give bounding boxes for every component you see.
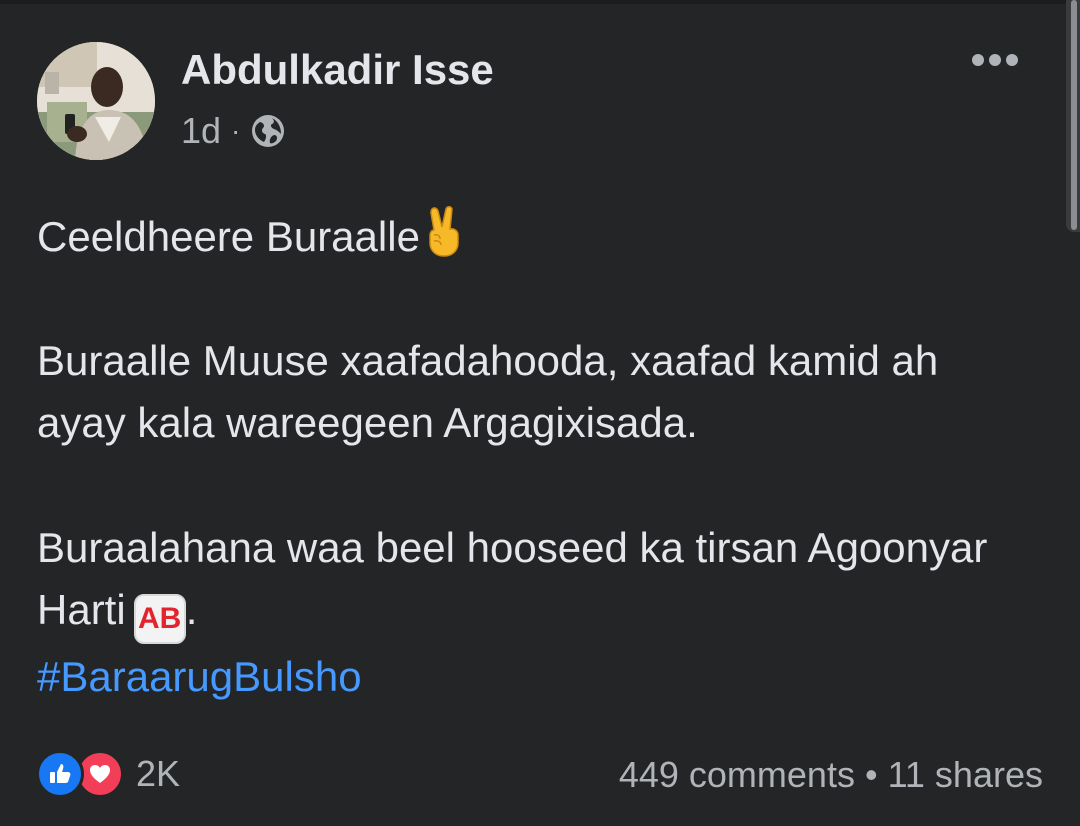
stats-separator: • [864,754,878,795]
post-line-1-text: Ceeldheere Buraalle [37,213,420,260]
ab-badge: AB [133,594,186,644]
globe-icon [250,113,286,149]
avatar[interactable] [37,42,155,160]
scrollbar[interactable] [1066,0,1080,232]
top-divider [0,0,1080,4]
post-paragraph-3-end: . [185,586,198,633]
post-time[interactable]: 1d [181,108,221,154]
more-options-icon[interactable] [972,54,1018,66]
engagement-stats: 449 comments • 11 shares [619,752,1043,798]
post-paragraph-3: Buraalahana waa beel hooseed ka tirsan A… [37,517,1027,644]
hashtag-link[interactable]: #BaraarugBulsho [37,646,362,708]
reaction-count: 2K [136,753,181,794]
shares-count[interactable]: 11 shares [888,754,1043,795]
like-icon [36,750,84,798]
post-paragraph-2: Buraalle Muuse xaafadahooda, xaafad kami… [37,337,939,446]
post-meta: 1d · [181,108,286,154]
post-line-1: Ceeldheere Buraalle [37,205,464,274]
author-name[interactable]: Abdulkadir Isse [181,44,494,96]
victory-hand-emoji [424,205,464,274]
reactions-summary[interactable]: 2K [36,750,180,798]
meta-separator: · [231,115,241,146]
comments-count[interactable]: 449 comments [619,754,855,795]
